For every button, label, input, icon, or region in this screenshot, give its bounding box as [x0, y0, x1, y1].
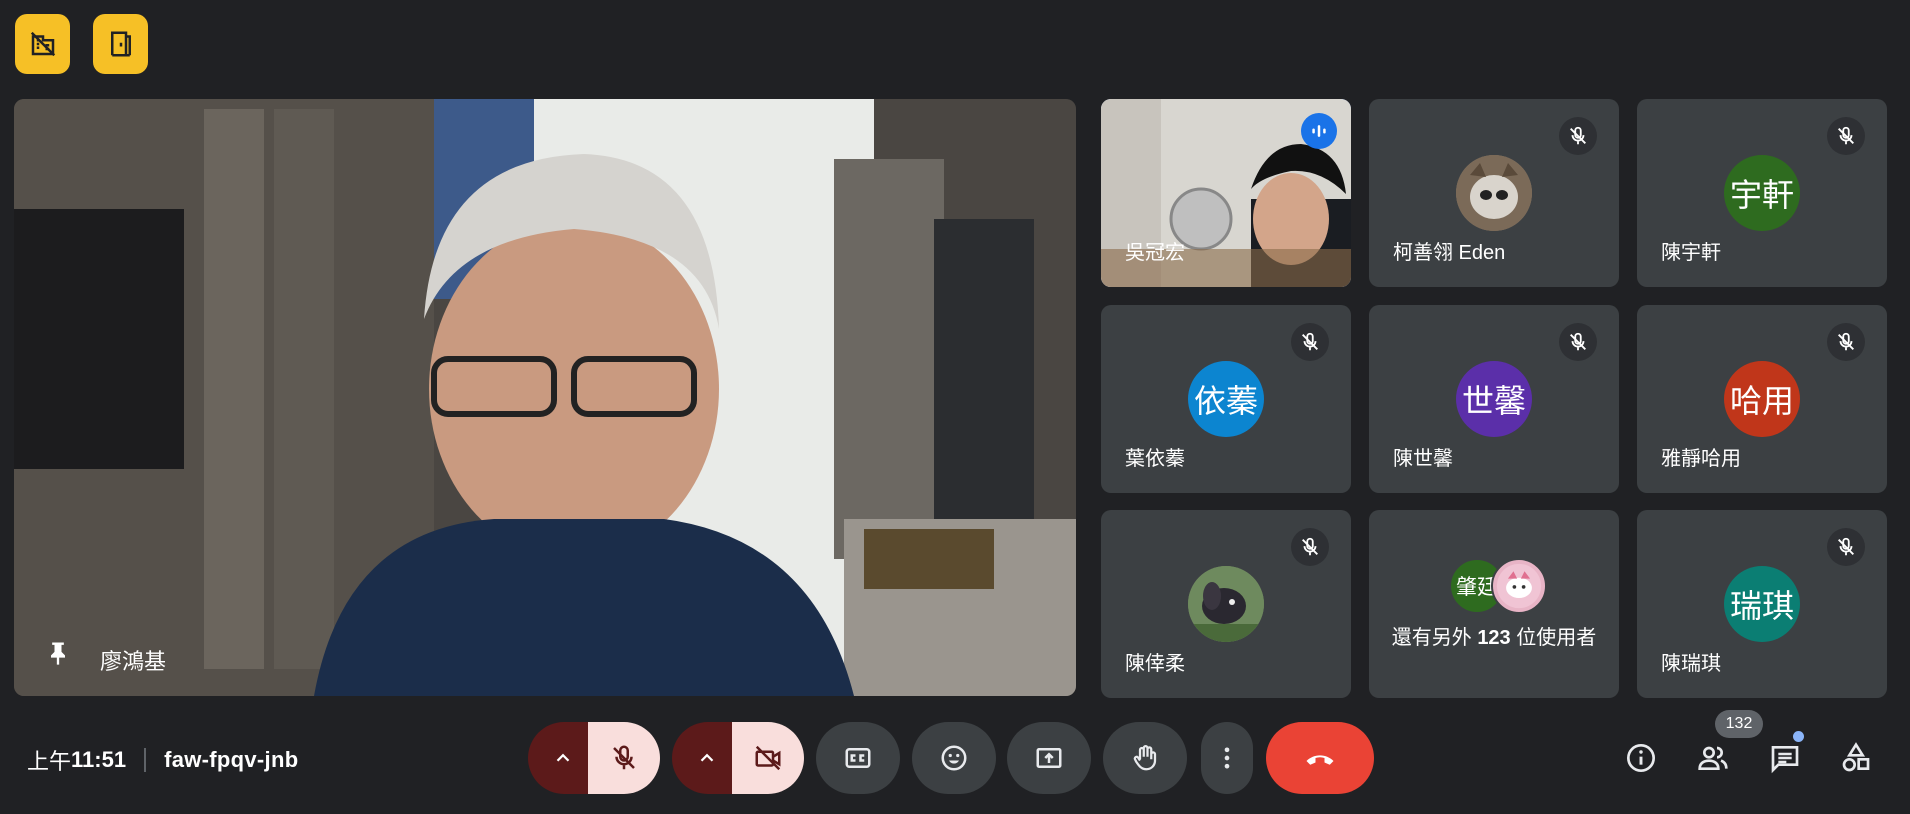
people-button[interactable] — [1693, 738, 1733, 778]
participant-name: 葉依蓁 — [1125, 448, 1185, 470]
camera-toggle-button[interactable] — [732, 722, 804, 794]
muted-indicator — [1827, 323, 1865, 361]
avatar — [1188, 566, 1264, 642]
mic-off-icon — [1838, 126, 1854, 145]
mic-off-icon — [1570, 126, 1586, 145]
avatar — [1456, 155, 1532, 231]
reactions-button[interactable] — [912, 722, 996, 794]
participant-tile[interactable]: 世馨 陳世馨 — [1369, 305, 1619, 493]
chat-icon — [1771, 746, 1799, 774]
avatar-photo — [1188, 566, 1264, 642]
chevron-up-icon — [700, 753, 714, 762]
more-vert-icon — [1224, 747, 1230, 769]
muted-indicator — [1827, 117, 1865, 155]
meeting-info: 上午 11:51 faw-fpqv-jnb — [27, 744, 298, 776]
mic-off-icon — [1838, 332, 1854, 351]
raise-hand-button[interactable] — [1103, 722, 1187, 794]
mic-off-icon — [1838, 537, 1854, 556]
mic-off-icon — [1302, 537, 1318, 556]
participant-name: 柯善翎 Eden — [1393, 242, 1506, 264]
participant-name: 雅靜哈用 — [1661, 448, 1741, 470]
mic-toggle-button[interactable] — [588, 722, 660, 794]
mic-off-icon — [613, 745, 635, 770]
mic-off-icon — [1570, 332, 1586, 351]
emoji-icon — [941, 745, 967, 771]
time-prefix: 上午 — [27, 749, 72, 774]
pin-icon[interactable] — [44, 638, 72, 668]
main-video-tile[interactable]: 廖鴻基 — [14, 99, 1076, 696]
participant-tile[interactable]: 柯善翎 Eden — [1369, 99, 1619, 287]
avatar: 瑞琪 — [1724, 566, 1800, 642]
avatar-photo — [1496, 563, 1542, 609]
participant-tile[interactable]: 陳倖柔 — [1101, 510, 1351, 698]
divider — [144, 748, 147, 772]
main-participant-name: 廖鴻基 — [100, 649, 167, 674]
shapes-icon — [1842, 742, 1870, 772]
more-participants-label: 還有另外 123 位使用者 — [1391, 627, 1597, 649]
muted-indicator — [1559, 117, 1597, 155]
camera-off-icon — [755, 745, 781, 771]
avatar-photo — [1456, 155, 1532, 231]
muted-indicator — [1827, 528, 1865, 566]
participant-tile[interactable]: 哈用 雅靜哈用 — [1637, 305, 1887, 493]
more-avatars: 肇廷 — [1449, 558, 1549, 614]
participant-tile[interactable]: 吳冠宏 — [1101, 99, 1351, 287]
people-icon — [1698, 746, 1728, 770]
more-options-button[interactable] — [1201, 722, 1253, 794]
participant-tile[interactable]: 依蓁 葉依蓁 — [1101, 305, 1351, 493]
avatar — [1491, 558, 1547, 614]
activities-button[interactable] — [1836, 738, 1876, 778]
breakout-rooms-button[interactable] — [93, 14, 148, 74]
participant-tile[interactable]: 宇軒 陳宇軒 — [1637, 99, 1887, 287]
muted-indicator — [1291, 323, 1329, 361]
participant-name: 陳宇軒 — [1661, 242, 1721, 264]
captions-icon — [845, 748, 871, 768]
speaking-indicator — [1301, 113, 1337, 149]
captions-button[interactable] — [816, 722, 900, 794]
participant-tile[interactable]: 瑞琪 陳瑞琪 — [1637, 510, 1887, 698]
participant-name: 吳冠宏 — [1125, 242, 1185, 264]
more-participants-tile[interactable]: 肇廷 還有另外 123 位使用者 — [1369, 510, 1619, 698]
avatar: 世馨 — [1456, 361, 1532, 437]
meeting-code: faw-fpqv-jnb — [164, 747, 299, 772]
muted-indicator — [1559, 323, 1597, 361]
chat-button[interactable] — [1765, 738, 1805, 778]
present-screen-button[interactable] — [1007, 722, 1091, 794]
info-icon — [1627, 744, 1655, 772]
chat-unread-dot — [1793, 731, 1804, 742]
meeting-time: 11:51 — [71, 747, 127, 772]
avatar: 哈用 — [1724, 361, 1800, 437]
host-controls-button[interactable] — [15, 14, 70, 74]
avatar: 依蓁 — [1188, 361, 1264, 437]
participant-name: 陳倖柔 — [1125, 653, 1185, 675]
leave-call-button[interactable] — [1266, 722, 1374, 794]
meeting-details-button[interactable] — [1621, 738, 1661, 778]
hand-icon — [1133, 745, 1157, 771]
door-icon — [110, 31, 131, 57]
people-count-badge: 132 — [1715, 710, 1763, 738]
present-icon — [1036, 748, 1062, 768]
call-end-icon — [1306, 755, 1334, 765]
chevron-up-icon — [556, 753, 570, 762]
no-building-icon — [30, 31, 55, 57]
participant-name: 陳瑞琪 — [1661, 653, 1721, 675]
main-video-feed — [14, 99, 1076, 696]
avatar: 宇軒 — [1724, 155, 1800, 231]
participant-name: 陳世馨 — [1393, 448, 1453, 470]
audio-level-icon — [1312, 125, 1326, 137]
muted-indicator — [1291, 528, 1329, 566]
mic-off-icon — [1302, 332, 1318, 351]
